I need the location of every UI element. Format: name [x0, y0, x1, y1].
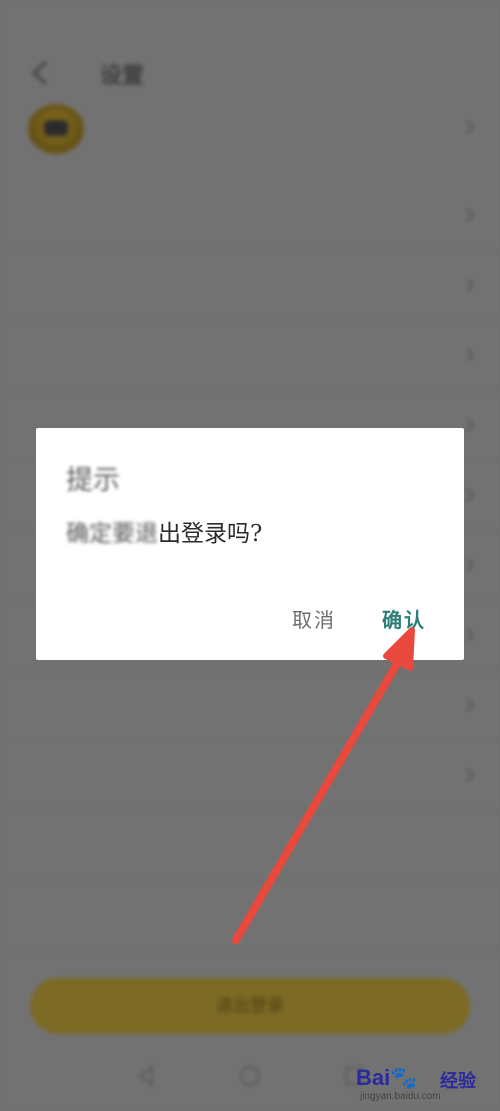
nav-back-icon[interactable] — [132, 1062, 160, 1090]
logout-confirm-dialog: 提示 确定要退出登录吗? 取消 确认 — [36, 428, 464, 660]
chevron-right-icon — [466, 278, 475, 292]
logout-button[interactable]: 退出登录 — [30, 978, 470, 1034]
dialog-message-blurred-part: 确定要退 — [66, 521, 158, 547]
chevron-right-icon — [466, 418, 475, 432]
settings-row[interactable] — [0, 810, 500, 881]
chevron-right-icon — [466, 208, 475, 222]
paw-icon: 🐾 — [390, 1065, 418, 1090]
settings-row[interactable] — [0, 740, 500, 811]
nav-home-icon[interactable] — [236, 1062, 264, 1090]
settings-row[interactable] — [0, 320, 500, 391]
settings-row[interactable] — [0, 670, 500, 741]
chevron-right-icon — [466, 120, 475, 134]
chevron-right-icon — [466, 348, 475, 362]
settings-row[interactable] — [0, 880, 500, 951]
watermark-logo-cn: 经验 — [440, 1071, 476, 1092]
baidu-jingyan-watermark: Bai🐾 经验 jingyan.baidu.com — [356, 1065, 486, 1105]
back-arrow-icon[interactable] — [26, 56, 56, 90]
chevron-right-icon — [466, 768, 475, 782]
dialog-message-clear-part: 出登录吗? — [158, 521, 263, 547]
account-row[interactable] — [0, 96, 500, 162]
dialog-message: 确定要退出登录吗? — [66, 514, 262, 548]
logout-button-label: 退出登录 — [216, 996, 284, 1016]
status-bar — [0, 0, 500, 36]
chevron-right-icon — [466, 488, 475, 502]
settings-row[interactable] — [0, 180, 500, 251]
chevron-right-icon — [466, 698, 475, 712]
chevron-right-icon — [466, 558, 475, 572]
cancel-button[interactable]: 取消 — [292, 604, 336, 633]
chevron-right-icon — [466, 628, 475, 642]
confirm-button[interactable]: 确认 — [382, 604, 426, 633]
watermark-url: jingyan.baidu.com — [360, 1091, 441, 1102]
watermark-logo: Bai🐾 — [356, 1065, 418, 1091]
watermark-logo-text: Bai — [356, 1065, 391, 1090]
dialog-title: 提示 — [66, 465, 120, 496]
avatar — [28, 104, 84, 154]
settings-row[interactable] — [0, 250, 500, 321]
page-title: 设置 — [100, 63, 145, 89]
